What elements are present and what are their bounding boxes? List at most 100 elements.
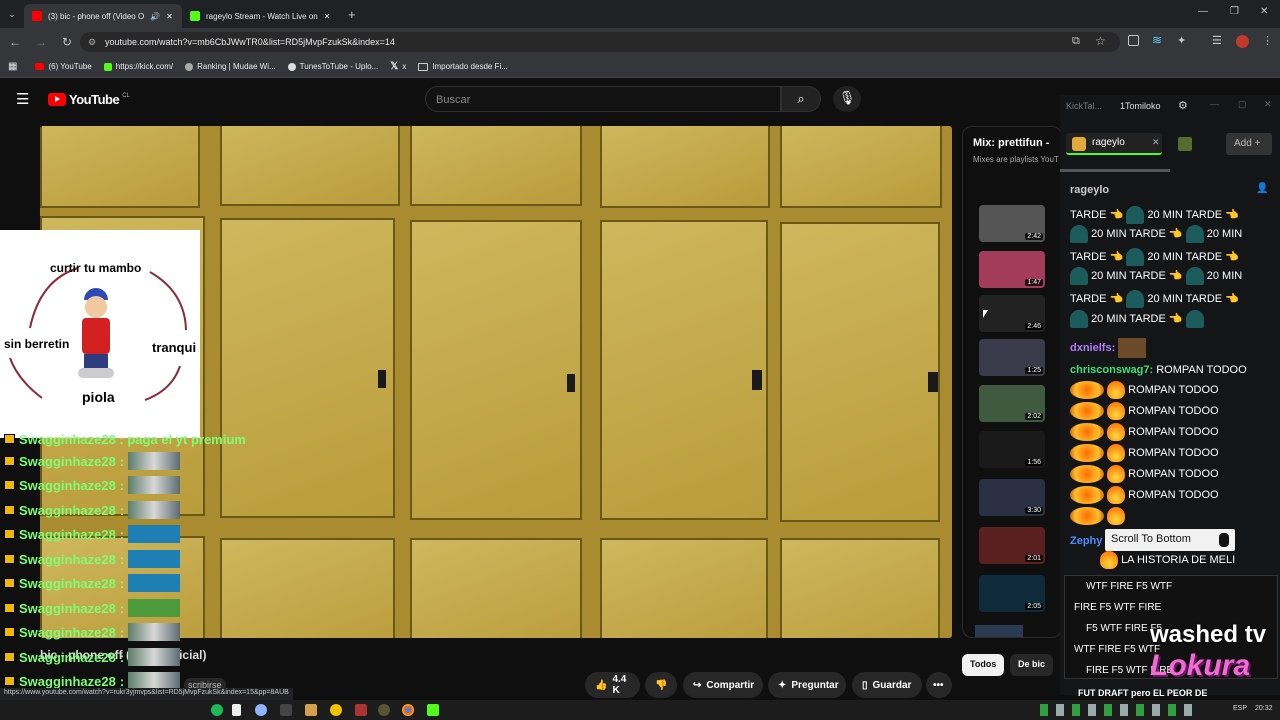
playlist-video-thumbnail[interactable]: 2:05: [979, 575, 1045, 612]
new-tab-icon[interactable]: +: [348, 7, 356, 22]
sparkle-icon: ✦: [778, 679, 787, 691]
minimize-icon[interactable]: —: [1198, 6, 1208, 17]
message-text: TARDE: [1070, 208, 1107, 221]
message-text: 20 MIN: [1206, 269, 1243, 282]
youtube-logo[interactable]: YouTube CL: [48, 92, 130, 107]
search-input[interactable]: Buscar: [425, 86, 781, 112]
bookmark-tunestotube[interactable]: TunesToTube - Uplo...: [287, 62, 378, 71]
bookmark-folder-imported[interactable]: Importado desde Fi...: [418, 62, 508, 71]
app-icon[interactable]: [255, 704, 267, 716]
kick-minimize-icon[interactable]: —: [1210, 99, 1219, 109]
playlist-video-thumbnail[interactable]: 3:30: [979, 479, 1045, 516]
apps-grid-icon[interactable]: ▦: [8, 61, 17, 72]
chat-message: [1070, 507, 1126, 525]
crown-badge-icon: [4, 554, 15, 564]
playlist-video-thumbnail[interactable]: 1:56: [979, 431, 1045, 468]
like-button[interactable]: 👍 4.4 K: [585, 672, 640, 698]
playlist-title[interactable]: Mix: prettifun -: [973, 137, 1049, 149]
message-text: TARDE: [1070, 250, 1107, 263]
app-icon[interactable]: [330, 704, 342, 716]
playlist-video-thumbnail[interactable]: 1:25: [979, 339, 1045, 376]
locker-door: [410, 126, 582, 206]
more-actions-button[interactable]: •••: [926, 672, 952, 698]
pointing-emote: 👈: [1168, 269, 1183, 282]
pointing-emote: 👈: [1225, 208, 1239, 221]
kick-restore-icon[interactable]: ▢: [1238, 99, 1247, 110]
app-icon[interactable]: [280, 704, 292, 716]
tab-kick[interactable]: rageylo Stream - Watch Live on ✕: [182, 4, 340, 28]
search-button[interactable]: ⌕: [781, 86, 821, 112]
bookmark-kick[interactable]: https://kick.com/: [103, 62, 173, 71]
flame-face-emote: [1070, 444, 1104, 462]
forward-icon[interactable]: →: [28, 35, 54, 49]
add-label: Add: [1234, 138, 1252, 149]
kick-app-icon[interactable]: [427, 704, 439, 716]
url-field[interactable]: ⚙ youtube.com/watch?v=mb6CbJWwTR0&list=R…: [80, 32, 1120, 52]
folder-icon: [418, 62, 429, 71]
kebab-menu-icon[interactable]: ⋮: [1262, 34, 1273, 47]
bookmark-x[interactable]: 𝕏x: [390, 61, 406, 72]
settings-gear-icon[interactable]: ⚙: [1178, 99, 1188, 112]
ghost-emote: [1070, 310, 1088, 328]
extension-icon[interactable]: [1128, 35, 1139, 46]
kick-tab-1[interactable]: KickTal...: [1066, 101, 1102, 111]
flame-face-emote: [1070, 507, 1104, 525]
voice-search-button[interactable]: 🎙: [833, 86, 861, 112]
channel-chip[interactable]: rageylo ✕: [1066, 133, 1162, 155]
menu-list-icon[interactable]: ☰: [1212, 34, 1222, 47]
window-close-icon[interactable]: ✕: [1260, 6, 1268, 17]
speaker-icon[interactable]: 🔊: [150, 12, 160, 21]
back-icon[interactable]: ←: [2, 35, 28, 49]
input-language[interactable]: ESP: [1233, 705, 1247, 712]
scroll-to-bottom-button[interactable]: Scroll To Bottom: [1105, 529, 1235, 551]
spotify-icon[interactable]: [211, 704, 223, 716]
share-button[interactable]: ↪ Compartir: [683, 672, 763, 698]
share-label: Compartir: [706, 679, 755, 691]
close-icon[interactable]: ✕: [324, 12, 331, 21]
add-channel-button[interactable]: Add +: [1226, 133, 1272, 155]
kick-close-icon[interactable]: ✕: [1264, 99, 1272, 110]
user-emote: [1118, 338, 1147, 358]
site-info-icon[interactable]: ⚙: [88, 37, 96, 48]
notepad-icon[interactable]: [232, 704, 241, 716]
bookmark-star-icon[interactable]: ☆: [1095, 34, 1106, 48]
ask-button[interactable]: ✦ Preguntar: [768, 672, 846, 698]
app-icon[interactable]: [378, 704, 390, 716]
chat-username: Swagginhaze28: [19, 526, 116, 542]
chip-all[interactable]: Todos: [962, 654, 1005, 676]
tab-search-icon[interactable]: ⌄: [0, 9, 24, 20]
channel-chip-2[interactable]: [1178, 137, 1192, 151]
app-icon[interactable]: [305, 704, 317, 716]
chip-close-icon[interactable]: ✕: [1152, 137, 1160, 148]
bookmark-mudae[interactable]: Ranking | Mudae Wi...: [185, 62, 276, 71]
chip-bic[interactable]: De bic: [1010, 654, 1054, 676]
reload-icon[interactable]: ↻: [54, 35, 80, 49]
extension-icon[interactable]: ≋: [1152, 33, 1162, 47]
kick-tab-2[interactable]: 1Tomiloko: [1120, 101, 1161, 111]
user-list-icon[interactable]: 👤: [1256, 183, 1268, 194]
bookmark-youtube[interactable]: (6) YouTube: [35, 62, 92, 71]
chat-message: Swagginhaze28:: [4, 621, 181, 643]
playlist-video-thumbnail[interactable]: 2:46: [979, 295, 1045, 332]
chat-emote: [128, 550, 181, 568]
puzzle-icon[interactable]: ✦: [1177, 34, 1186, 47]
save-button[interactable]: ▯ Guardar: [852, 672, 922, 698]
playlist-video-thumbnail[interactable]: [975, 625, 1023, 637]
playlist-video-thumbnail[interactable]: 2:01: [979, 527, 1045, 564]
playlist-video-thumbnail[interactable]: 1:47: [979, 251, 1045, 288]
dislike-button[interactable]: 👎: [645, 672, 677, 698]
clock-time[interactable]: 20:32: [1255, 705, 1273, 712]
profile-avatar[interactable]: [1236, 35, 1249, 48]
search-placeholder: Buscar: [436, 94, 471, 106]
tab-youtube[interactable]: (3) bic - phone off (Video O 🔊 ✕: [24, 4, 182, 28]
chat-username: Swagginhaze28: [19, 477, 116, 493]
playlist-video-thumbnail[interactable]: 2:42: [979, 205, 1045, 242]
restore-icon[interactable]: ❐: [1230, 6, 1239, 17]
close-icon[interactable]: ✕: [166, 12, 173, 21]
chrome-icon[interactable]: [402, 704, 414, 716]
app-icon[interactable]: [355, 704, 367, 716]
chat-separator: :: [119, 649, 125, 665]
hamburger-menu-icon[interactable]: ☰: [16, 90, 29, 108]
playlist-video-thumbnail[interactable]: 2:02: [979, 385, 1045, 422]
cast-icon[interactable]: ⧉: [1072, 35, 1080, 48]
